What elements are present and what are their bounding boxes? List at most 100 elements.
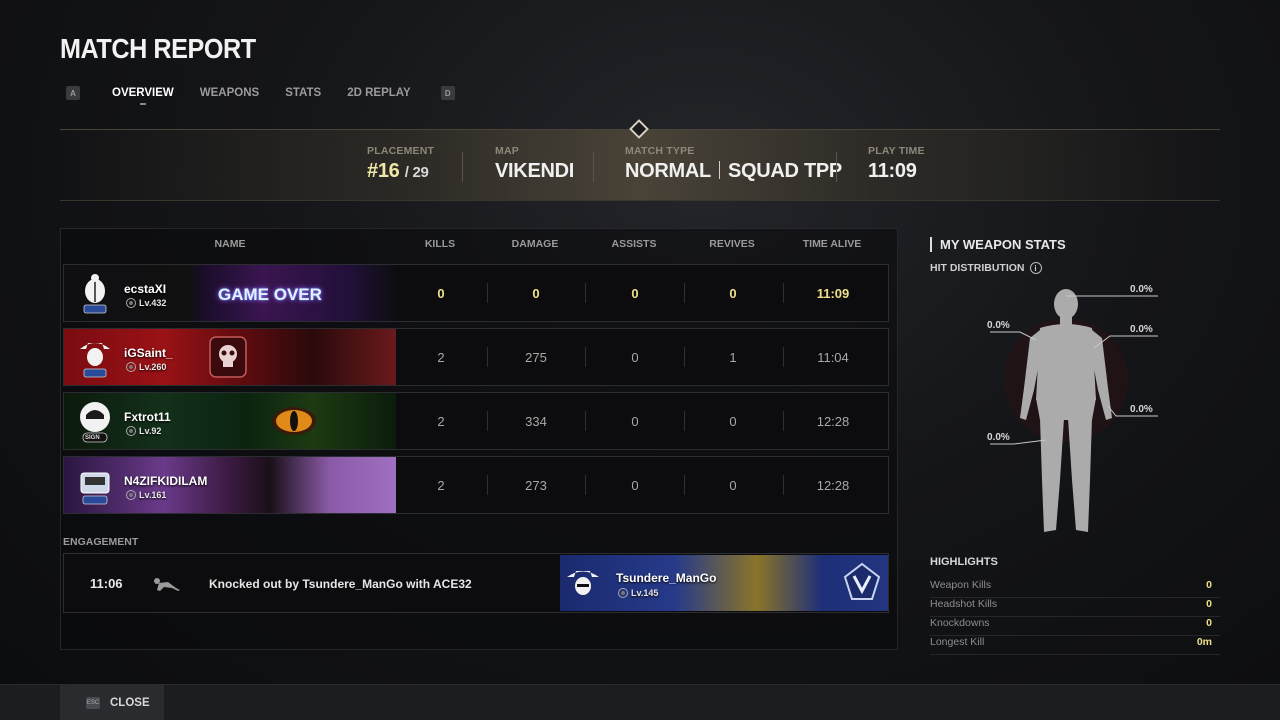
player-level: Lv.432 bbox=[126, 298, 166, 308]
player-banner: SIGN Fxtrot11 Lv.92 bbox=[64, 393, 396, 449]
engagement-description: Knocked out by Tsundere_ManGo with ACE32 bbox=[209, 577, 472, 591]
info-icon[interactable]: i bbox=[1029, 262, 1042, 274]
highlight-label: Weapon Kills bbox=[930, 579, 992, 591]
creature-eye-icon bbox=[272, 407, 316, 435]
highlights-title: HIGHLIGHTS bbox=[930, 556, 998, 568]
player-name: iGSaint_ bbox=[124, 346, 173, 360]
highlight-row: Knockdowns 0 bbox=[930, 617, 1220, 636]
placement-rank: #16 bbox=[367, 160, 400, 182]
player-level-text: Lv.432 bbox=[139, 298, 167, 308]
rank-badge-icon bbox=[843, 562, 881, 600]
vehicle-emblem-icon bbox=[80, 472, 110, 505]
tab-2d-replay[interactable]: 2D REPLAY bbox=[347, 87, 411, 99]
level-icon bbox=[126, 426, 136, 436]
emblem-caption: SIGN bbox=[85, 435, 100, 441]
player-name: ecstaXI bbox=[124, 282, 167, 296]
enemy-banner[interactable]: Tsundere_ManGo Lv.145 bbox=[560, 555, 888, 611]
enemy-name: Tsundere_ManGo bbox=[616, 571, 717, 585]
highlight-value: 0m bbox=[1196, 636, 1212, 648]
player-row[interactable]: iGSaint_ Lv.260 2 275 0 1 11:04 bbox=[63, 328, 889, 386]
highlight-value: 0 bbox=[1206, 579, 1212, 591]
assists-value: 0 bbox=[631, 414, 639, 429]
info-divider bbox=[593, 152, 594, 182]
player-row[interactable]: N4ZIFKIDILAM Lv.161 2 273 0 0 12:28 bbox=[63, 456, 889, 514]
stat-divider bbox=[684, 475, 685, 495]
highlight-label: Longest Kill bbox=[930, 636, 985, 648]
engagement-row[interactable]: 11:06 Knocked out by Tsundere_ManGo with… bbox=[63, 553, 889, 613]
time-alive-value: 12:28 bbox=[816, 414, 850, 429]
tab-weapons[interactable]: WEAPONS bbox=[200, 87, 259, 99]
map-info: MAP VIKENDI bbox=[495, 145, 574, 183]
beetle-emblem-icon bbox=[83, 274, 107, 314]
assists-value: 0 bbox=[631, 286, 639, 301]
hit-left-arm-percent: 0.0% bbox=[987, 320, 1010, 331]
prev-tab-key[interactable]: A bbox=[66, 86, 80, 100]
match-type-label: MATCH TYPE bbox=[625, 145, 695, 157]
hit-right-arm-percent: 0.0% bbox=[1130, 404, 1153, 415]
tab-stats[interactable]: STATS bbox=[285, 87, 321, 99]
weapon-stats-title: MY WEAPON STATS bbox=[930, 237, 1066, 252]
stat-divider bbox=[585, 475, 586, 495]
map-value: VIKENDI bbox=[495, 160, 575, 182]
hit-head-percent: 0.0% bbox=[1130, 284, 1153, 295]
player-level-text: Lv.161 bbox=[139, 490, 167, 500]
col-header-name: NAME bbox=[214, 238, 246, 250]
match-mode: NORMAL bbox=[625, 160, 711, 182]
info-divider bbox=[836, 152, 837, 182]
hit-distribution-text: HIT DISTRIBUTION bbox=[930, 262, 1025, 274]
cowboy-emblem-icon bbox=[567, 571, 599, 595]
close-label: CLOSE bbox=[110, 697, 150, 709]
damage-value: 275 bbox=[525, 350, 547, 365]
level-icon bbox=[126, 362, 136, 372]
kills-value: 2 bbox=[437, 478, 445, 493]
stat-divider bbox=[585, 283, 586, 303]
stat-divider bbox=[487, 283, 488, 303]
player-banner: N4ZIFKIDILAM Lv.161 bbox=[64, 457, 396, 513]
col-header-revives: REVIVES bbox=[709, 238, 755, 250]
player-banner: ecstaXI Lv.432 GAME OVER bbox=[64, 265, 396, 321]
stat-divider bbox=[684, 283, 685, 303]
player-row[interactable]: ecstaXI Lv.432 GAME OVER 0 0 0 0 11:09 bbox=[63, 264, 889, 322]
tab-overview[interactable]: OVERVIEW bbox=[112, 87, 174, 99]
time-alive-value: 11:09 bbox=[816, 286, 850, 301]
info-divider bbox=[462, 152, 463, 182]
stat-divider bbox=[783, 475, 784, 495]
revives-value: 0 bbox=[729, 414, 737, 429]
match-type-value: NORMAL SQUAD TPP bbox=[625, 160, 842, 183]
highlight-label: Knockdowns bbox=[930, 617, 990, 629]
footer-bar: ESC CLOSE bbox=[0, 684, 1280, 720]
next-tab-key[interactable]: D bbox=[440, 86, 455, 100]
highlight-row: Weapon Kills 0 bbox=[930, 579, 1220, 598]
player-row[interactable]: SIGN Fxtrot11 Lv.92 2 334 0 0 12:28 bbox=[63, 392, 889, 450]
player-level: Lv.161 bbox=[126, 490, 166, 500]
playtime-value: 11:09 bbox=[868, 160, 917, 182]
player-name: N4ZIFKIDILAM bbox=[124, 474, 208, 488]
level-icon bbox=[126, 298, 136, 308]
player-level-text: Lv.92 bbox=[139, 426, 162, 436]
close-button[interactable]: ESC CLOSE bbox=[60, 685, 164, 720]
damage-value: 273 bbox=[525, 478, 547, 493]
col-header-kills: KILLS bbox=[424, 238, 456, 250]
placement-value: #16 / 29 bbox=[367, 160, 434, 183]
assists-value: 0 bbox=[631, 478, 639, 493]
stat-divider bbox=[487, 475, 488, 495]
time-alive-value: 11:04 bbox=[817, 350, 849, 365]
hit-distribution-label: HIT DISTRIBUTION i bbox=[930, 262, 1042, 274]
assists-value: 0 bbox=[631, 350, 639, 365]
match-type-info: MATCH TYPE NORMAL SQUAD TPP bbox=[625, 145, 842, 183]
highlight-label: Headshot Kills bbox=[930, 598, 998, 610]
kills-value: 0 bbox=[437, 286, 445, 301]
hit-chest-percent: 0.0% bbox=[1130, 324, 1153, 335]
stat-divider bbox=[487, 411, 488, 431]
playtime-info: PLAY TIME 11:09 bbox=[868, 145, 925, 183]
tab-bar: A OVERVIEW WEAPONS STATS 2D REPLAY D bbox=[66, 84, 455, 102]
level-icon bbox=[618, 588, 628, 598]
stat-divider bbox=[783, 283, 784, 303]
damage-value: 0 bbox=[532, 286, 540, 301]
match-squad-mode: SQUAD TPP bbox=[727, 160, 842, 182]
placement-label: PLACEMENT bbox=[367, 145, 435, 157]
knocked-down-icon bbox=[154, 578, 180, 591]
highlight-value: 0 bbox=[1206, 598, 1212, 610]
damage-value: 334 bbox=[525, 414, 547, 429]
level-icon bbox=[126, 490, 136, 500]
